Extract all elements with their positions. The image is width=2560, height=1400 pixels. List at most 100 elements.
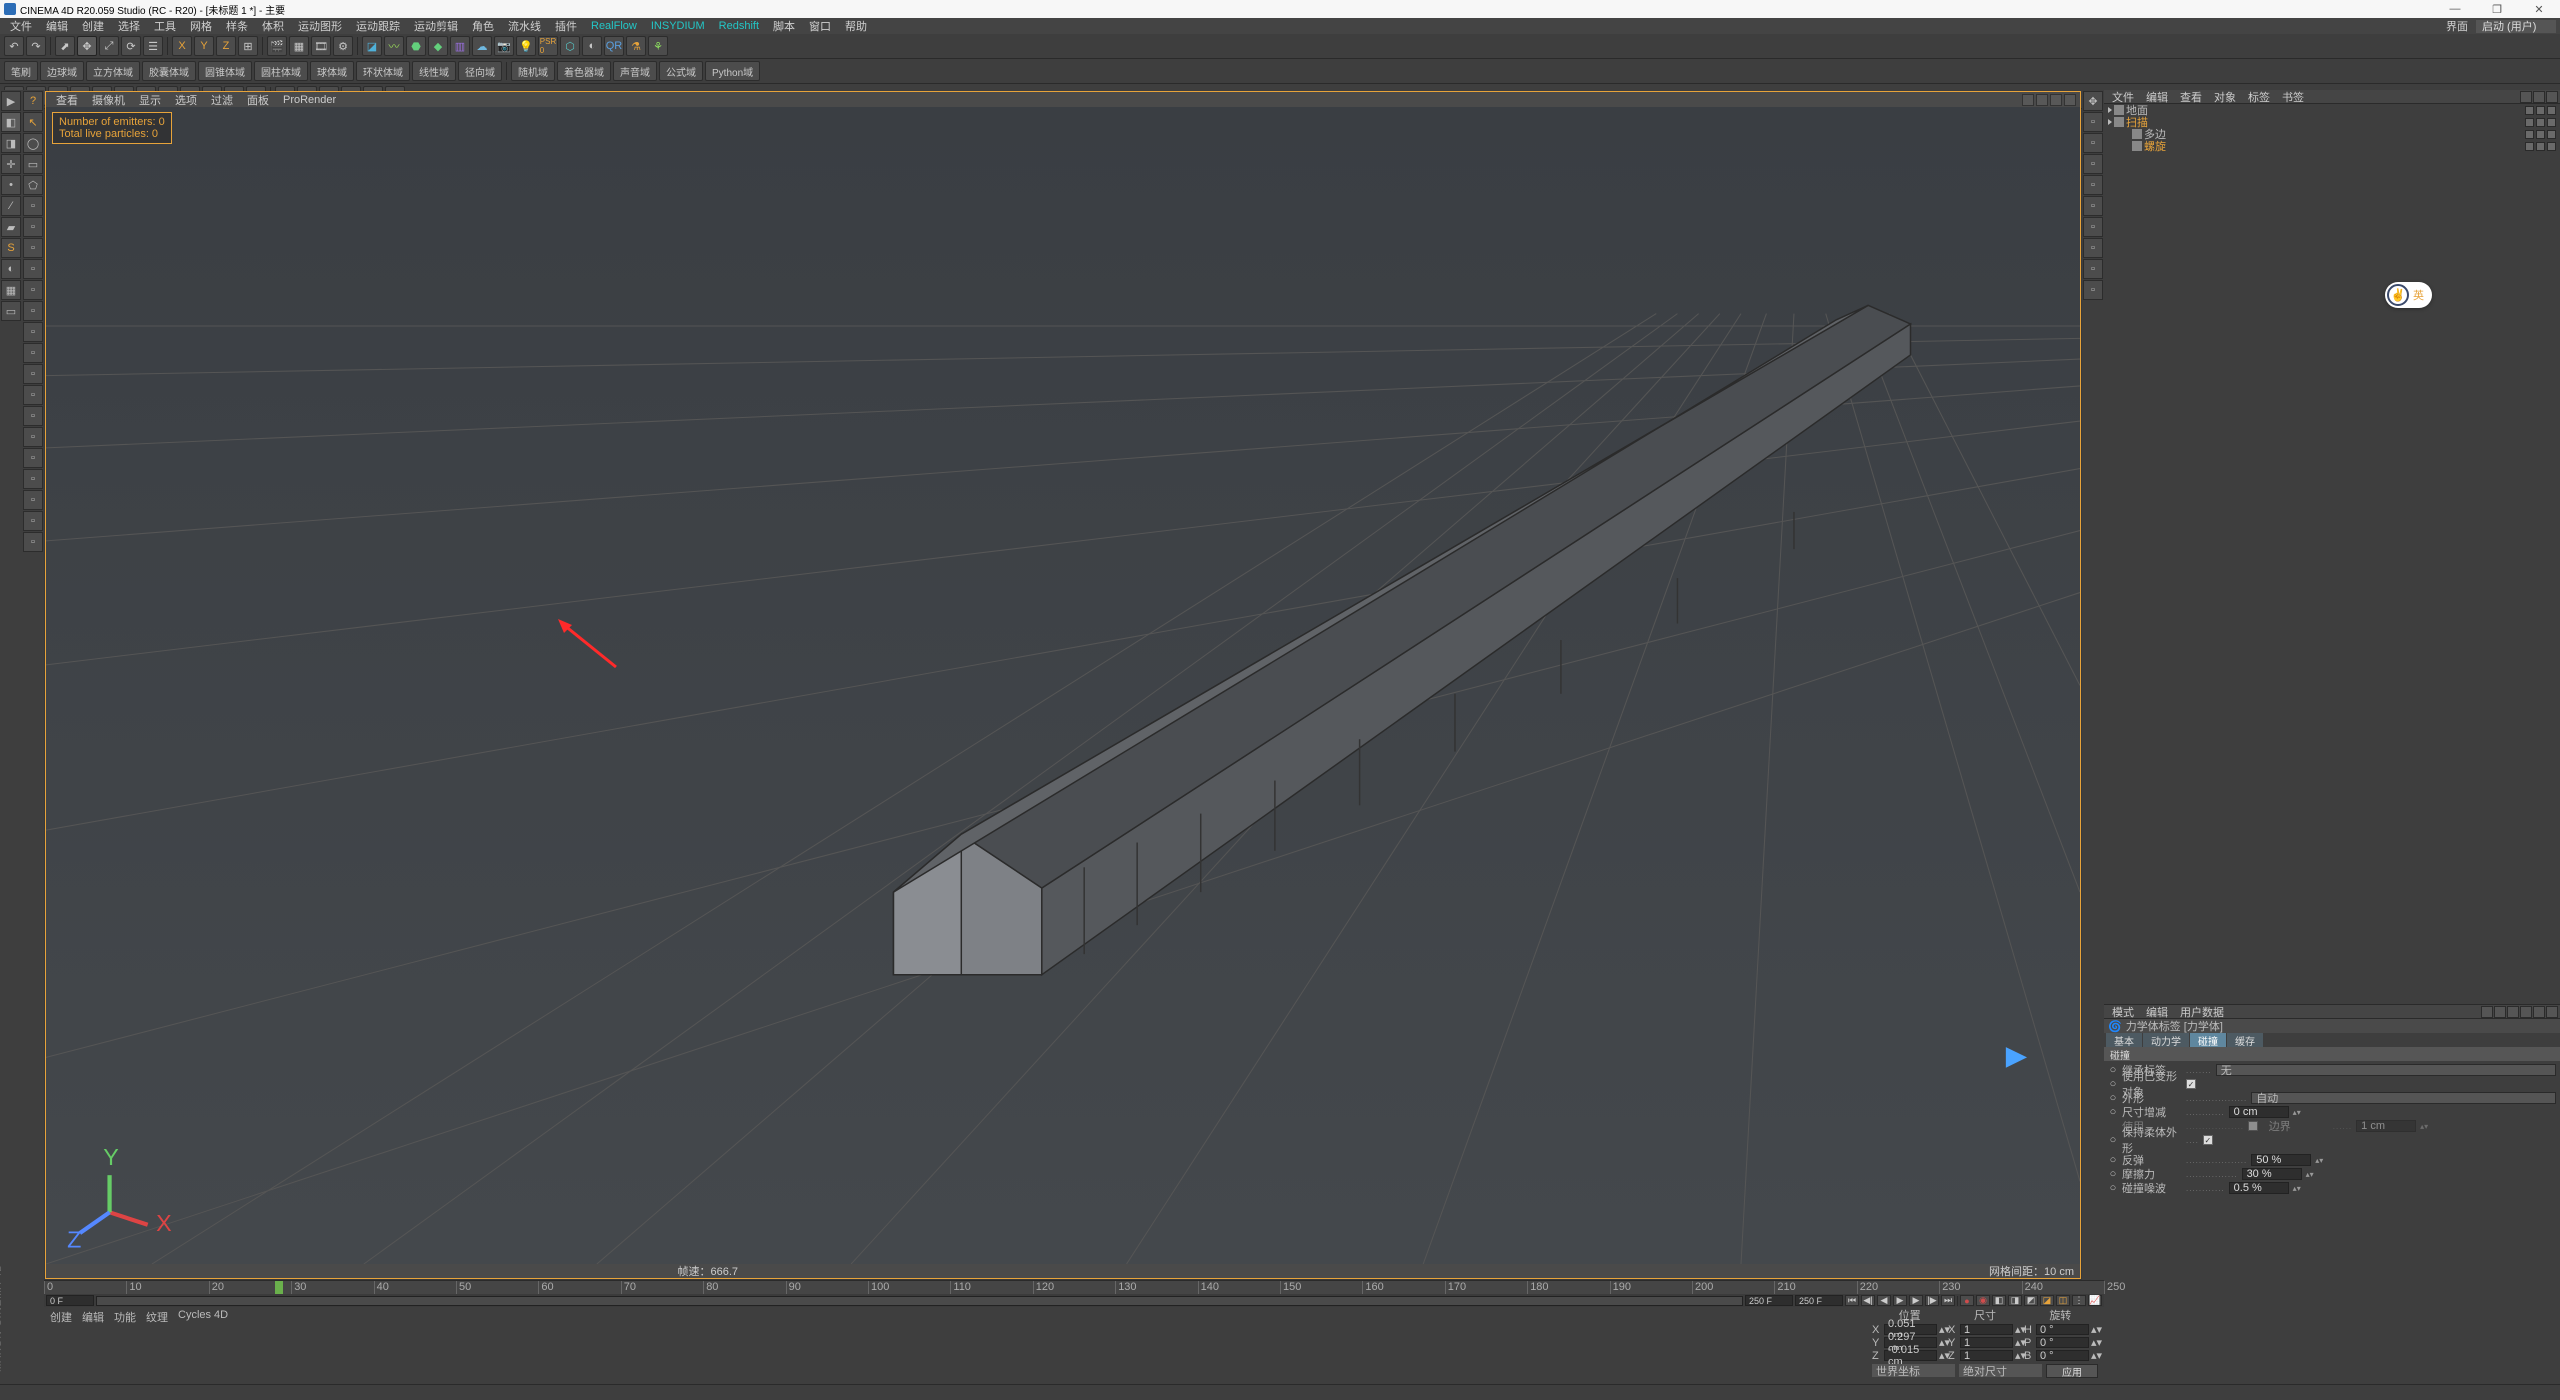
viewport-maximize-icon[interactable] [2064,94,2076,106]
timeline-fcurve-button[interactable]: 📈 [2088,1295,2102,1306]
play-button[interactable]: ▶ [1893,1295,1907,1306]
timeline-proj-end-field[interactable]: 250 F [1795,1295,1843,1306]
rotate-tool[interactable]: ⟳ [121,36,141,56]
arrow-tool[interactable]: ↖ [23,112,43,132]
size-inc-field[interactable]: 0 cm [2229,1106,2289,1118]
undo-button[interactable]: ↶ [4,36,24,56]
vis-render-flag[interactable] [2536,142,2545,151]
volume-button[interactable]: ◐ [582,36,602,56]
margin-field[interactable]: 1 cm [2356,1120,2416,1132]
go-start-button[interactable]: ⏮ [1845,1295,1859,1306]
attr-tab-碰撞[interactable]: 碰撞 [2190,1033,2226,1047]
coord-size-mode-combo[interactable]: 绝对尺寸 [1959,1364,2042,1377]
coord-rot-Z[interactable]: 0 ° [2036,1350,2089,1361]
key-scale-button[interactable]: ◨ [2008,1295,2022,1306]
objmenu-对象[interactable]: 对象 [2208,89,2242,105]
rectangle-select[interactable]: ▭ [23,154,43,174]
vis-editor-flag[interactable] [2525,142,2534,151]
polygon-mode[interactable]: ▰ [1,217,21,237]
object-manager[interactable]: 地面扫描多边螺旋 [2104,104,2560,1004]
tool-f[interactable]: ▫ [23,301,43,321]
menu-帮助[interactable]: 帮助 [839,18,873,34]
menu-RealFlow[interactable]: RealFlow [585,20,643,32]
add-deformer-button[interactable]: ▥ [450,36,470,56]
workplane-tool[interactable]: ▭ [1,301,21,321]
keep-soft-checkbox[interactable]: ✓ [2203,1135,2213,1145]
plugin-button-1[interactable]: ⚗ [626,36,646,56]
tag-icon[interactable] [2547,130,2556,139]
object-row-螺旋[interactable]: 螺旋 [2104,140,2560,152]
vis-editor-flag[interactable] [2525,118,2534,127]
objmenu-查看[interactable]: 查看 [2174,89,2208,105]
tool-j[interactable]: ▫ [23,385,43,405]
layout-combo[interactable]: 启动 (用户) [2476,20,2556,33]
field-立方体域[interactable]: 立方体域 [86,61,140,81]
attr-back-icon[interactable] [2481,1006,2493,1018]
qr-button[interactable]: QR [604,36,624,56]
add-light-button[interactable]: 💡 [516,36,536,56]
menu-脚本[interactable]: 脚本 [767,18,801,34]
tag-icon[interactable] [2547,142,2556,151]
scale-tool[interactable]: ⤢ [99,36,119,56]
tool-b[interactable]: ▫ [23,217,43,237]
record-key-button[interactable]: ● [1960,1295,1974,1306]
coord-apply-button[interactable]: 应用 [2046,1364,2098,1378]
add-spline-button[interactable]: 〰 [384,36,404,56]
viewport-zoom-icon[interactable] [2036,94,2048,106]
add-environment-button[interactable]: ☁ [472,36,492,56]
vis-editor-flag[interactable] [2525,130,2534,139]
viewport-canvas[interactable]: X Y Z [46,107,2080,1264]
object-row-地面[interactable]: 地面 [2104,104,2560,116]
coll-noise-field[interactable]: 0.5 % [2229,1182,2289,1194]
viewport-orbit-icon[interactable] [2050,94,2062,106]
tool-l[interactable]: ▫ [23,427,43,447]
poly-select[interactable]: ⬠ [23,175,43,195]
objmgr-config-icon[interactable] [2546,91,2558,103]
menu-运动图形[interactable]: 运动图形 [292,18,348,34]
camera-nav-8[interactable]: ▫ [2083,259,2103,279]
coord-size-Z[interactable]: 1 [1960,1350,2013,1361]
key-pla-button[interactable]: ◪ [2040,1295,2054,1306]
field-笔刷[interactable]: 笔刷 [4,61,38,81]
vis-render-flag[interactable] [2536,130,2545,139]
objmgr-search-icon[interactable] [2520,91,2532,103]
render-pv-button[interactable]: 🎞 [311,36,331,56]
bounce-field[interactable]: 50 % [2251,1154,2311,1166]
window-maximize-button[interactable]: ❐ [2480,3,2514,16]
field-球体域[interactable]: 球体域 [310,61,354,81]
camera-nav-5[interactable]: ▫ [2083,196,2103,216]
use-margin-checkbox[interactable] [2248,1121,2258,1131]
move-tool[interactable]: ✥ [77,36,97,56]
window-close-button[interactable]: ✕ [2522,3,2556,16]
render-settings-button[interactable]: ⚙ [333,36,353,56]
menu-角色[interactable]: 角色 [466,18,500,34]
objmenu-文件[interactable]: 文件 [2106,89,2140,105]
key-param-button[interactable]: ◫ [2056,1295,2070,1306]
window-minimize-button[interactable]: — [2438,3,2472,16]
camera-nav-4[interactable]: ▫ [2083,175,2103,195]
vis-editor-flag[interactable] [2525,106,2534,115]
redo-button[interactable]: ↷ [26,36,46,56]
tool-i[interactable]: ▫ [23,364,43,384]
matmenu-编辑[interactable]: 编辑 [82,1309,104,1382]
viewport-pan-icon[interactable] [2022,94,2034,106]
tool-q[interactable]: ▫ [23,532,43,552]
vis-render-flag[interactable] [2536,118,2545,127]
field-声音域[interactable]: 声音域 [613,61,657,81]
attr-fwd-icon[interactable] [2494,1006,2506,1018]
mograph-button[interactable]: ⬡ [560,36,580,56]
plugin-button-2[interactable]: ⚘ [648,36,668,56]
attr-tab-缓存[interactable]: 缓存 [2227,1033,2263,1047]
field-径向域[interactable]: 径向域 [458,61,502,81]
tool-n[interactable]: ▫ [23,469,43,489]
timeline-ruler[interactable]: 0102030405060708090100110120130140150160… [44,1281,2104,1294]
render-view-button[interactable]: 🎬 [267,36,287,56]
tool-k[interactable]: ▫ [23,406,43,426]
menu-体积[interactable]: 体积 [256,18,290,34]
object-row-多边[interactable]: 多边 [2104,128,2560,140]
coord-space-combo[interactable]: 世界坐标 [1872,1364,1955,1377]
field-Python域[interactable]: Python域 [705,61,760,81]
model-mode[interactable]: ◧ [1,112,21,132]
tool-a[interactable]: ▫ [23,196,43,216]
menu-选择[interactable]: 选择 [112,18,146,34]
